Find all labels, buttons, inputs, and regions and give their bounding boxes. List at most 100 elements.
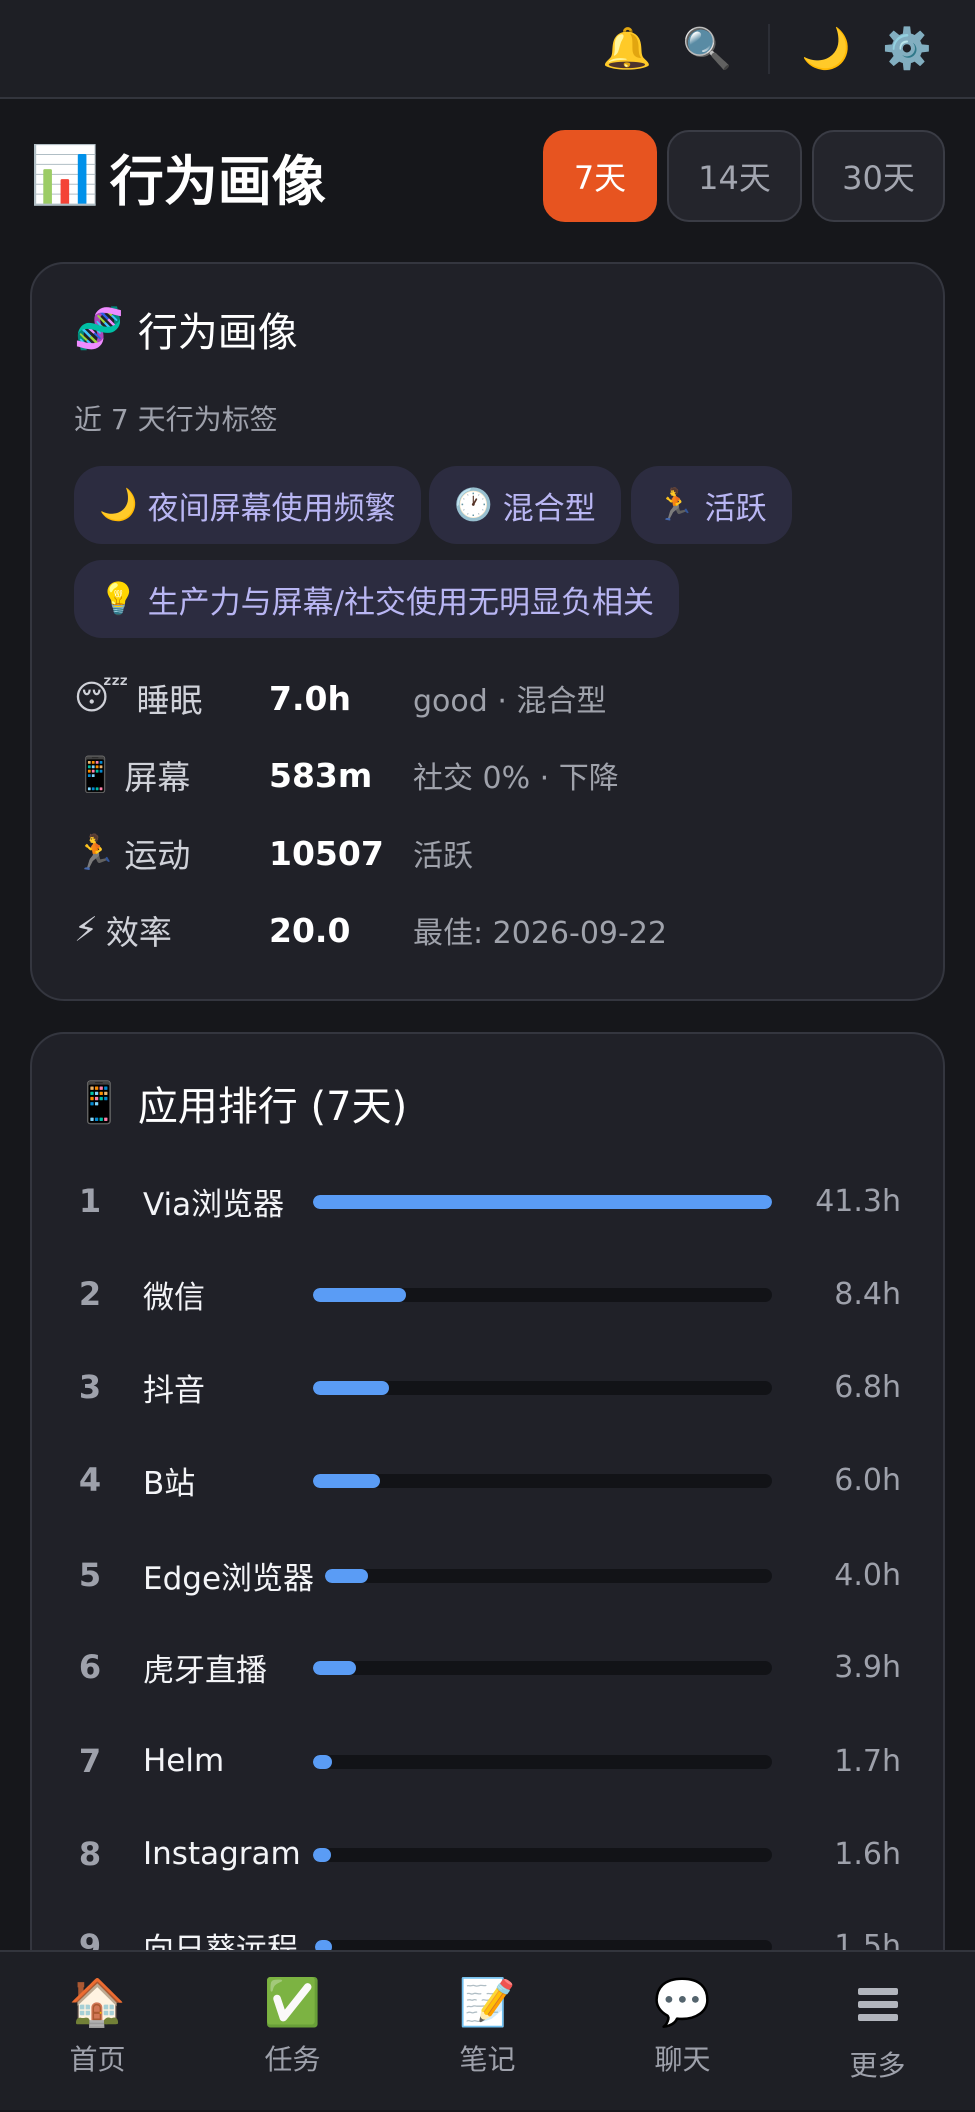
search-icon[interactable]: 🔍	[680, 22, 734, 76]
card-title-text: 行为画像	[137, 310, 298, 356]
nav-label: 笔记	[459, 2043, 516, 2076]
card-title: 🧬 行为画像	[74, 304, 298, 356]
app-row: 2 微信 8.4h	[32, 1264, 943, 1324]
behavior-profile-card: 🧬 行为画像 近 7 天行为标签 🌙 夜间屏幕使用频繁 🕐 混合型 🏃 活跃 💡…	[30, 262, 945, 1001]
app-rank: 1	[78, 1182, 102, 1220]
usage-bar-track	[313, 1661, 772, 1675]
check-mark-icon: ✅	[263, 1975, 322, 2029]
usage-bar-fill	[313, 1288, 406, 1302]
app-rank: 3	[78, 1368, 102, 1406]
nav-label: 任务	[264, 2043, 321, 2076]
clock-icon: 🕐	[454, 486, 493, 523]
gear-icon[interactable]: ⚙️	[880, 22, 934, 76]
range-7d-button[interactable]: 7天	[543, 130, 657, 222]
stat-label: 效率	[105, 913, 172, 952]
nav-home[interactable]: 🏠 首页	[0, 1952, 195, 2112]
app-rank: 7	[78, 1742, 102, 1780]
dna-icon: 🧬	[74, 306, 124, 352]
phone-icon: 📱	[74, 755, 117, 795]
moon-icon[interactable]: 🌙	[799, 22, 853, 76]
stat-row-screen: 📱 屏幕 583m 社交 0% · 下降	[74, 750, 904, 800]
card-title: 📱 应用排行 (7天)	[74, 1078, 407, 1130]
runner-icon: 🏃	[74, 833, 117, 873]
nav-notes[interactable]: 📝 笔记	[390, 1952, 585, 2112]
bell-icon[interactable]: 🔔	[600, 22, 654, 76]
bar-chart-icon: 📊	[30, 143, 100, 208]
app-name: Helm	[143, 1743, 225, 1779]
stat-label: 睡眠	[136, 681, 203, 720]
app-name: 虎牙直播	[143, 1652, 267, 1689]
divider	[768, 24, 770, 74]
nav-label: 更多	[849, 2049, 906, 2082]
app-row: 4 B站 6.0h	[32, 1450, 943, 1510]
app-rank: 6	[78, 1648, 102, 1686]
speech-bubble-icon: 💬	[653, 1975, 712, 2029]
usage-bar-fill	[313, 1848, 331, 1862]
page-title-text: 行为画像	[109, 149, 326, 213]
top-bar: 🔔 🔍 🌙 ⚙️	[0, 0, 975, 99]
app-hours: 6.8h	[834, 1369, 901, 1405]
app-rank: 2	[78, 1275, 102, 1313]
tag-label: 夜间屏幕使用频繁	[147, 490, 396, 527]
app-row: 3 抖音 6.8h	[32, 1357, 943, 1417]
app-row: 1 Via浏览器 41.3h	[32, 1171, 943, 1231]
tag-label: 混合型	[502, 490, 596, 527]
app-rank: 4	[78, 1461, 102, 1499]
app-hours: 4.0h	[834, 1557, 901, 1593]
usage-bar-track	[313, 1474, 772, 1488]
usage-bar-fill	[313, 1755, 332, 1769]
app-row: 7 Helm 1.7h	[32, 1731, 943, 1791]
usage-bar-track	[313, 1195, 772, 1209]
stat-label: 运动	[124, 836, 191, 875]
card-title-text: 应用排行 (7天)	[137, 1084, 408, 1130]
usage-bar-track	[325, 1569, 772, 1583]
behavior-tag: 🕐 混合型	[429, 466, 621, 544]
app-name: B站	[143, 1465, 196, 1502]
house-icon: 🏠	[68, 1975, 127, 2029]
app-hours: 8.4h	[834, 1276, 901, 1312]
stat-label: 屏幕	[124, 758, 191, 797]
tag-label: 活跃	[704, 490, 767, 527]
nav-chat[interactable]: 💬 聊天	[585, 1952, 780, 2112]
app-name: Edge浏览器	[143, 1560, 315, 1597]
stat-desc: 社交 0% · 下降	[413, 761, 619, 796]
bottom-nav: 🏠 首页 ✅ 任务 📝 笔记 💬 聊天 更多	[0, 1950, 975, 2110]
stat-value: 20.0	[269, 910, 351, 950]
usage-bar-track	[313, 1288, 772, 1302]
usage-bar-fill	[325, 1569, 368, 1583]
behavior-tag: 🌙 夜间屏幕使用频繁	[74, 466, 421, 544]
app-name: Instagram	[143, 1836, 301, 1872]
app-hours: 6.0h	[834, 1462, 901, 1498]
tag-label: 生产力与屏幕/社交使用无明显负相关	[147, 584, 655, 621]
app-hours: 1.6h	[834, 1836, 901, 1872]
stat-value: 583m	[269, 755, 373, 795]
sleepy-face-icon: 😴	[74, 678, 129, 718]
behavior-tag: 💡 生产力与屏幕/社交使用无明显负相关	[74, 560, 680, 638]
app-name: Via浏览器	[143, 1186, 285, 1223]
app-name: 抖音	[143, 1372, 205, 1409]
lightning-icon: ⚡	[74, 910, 98, 950]
stat-row-exercise: 🏃 运动 10507 活跃	[74, 828, 904, 878]
app-row: 6 虎牙直播 3.9h	[32, 1637, 943, 1697]
range-30d-button[interactable]: 30天	[812, 130, 945, 222]
stat-desc: 最佳: 2026-09-22	[413, 916, 667, 951]
memo-icon: 📝	[458, 1975, 517, 2029]
app-hours: 41.3h	[815, 1183, 901, 1219]
nav-more[interactable]: 更多	[780, 1952, 975, 2112]
usage-bar-fill	[313, 1381, 389, 1395]
app-rank: 5	[78, 1556, 102, 1594]
menu-icon	[858, 1988, 898, 2026]
app-row: 8 Instagram 1.6h	[32, 1824, 943, 1884]
moon-icon: 🌙	[99, 486, 138, 523]
stat-row-sleep: 😴 睡眠 7.0h good · 混合型	[74, 673, 904, 723]
stat-value: 7.0h	[269, 678, 351, 718]
nav-tasks[interactable]: ✅ 任务	[195, 1952, 390, 2112]
usage-bar-fill	[313, 1195, 772, 1209]
app-hours: 1.7h	[834, 1743, 901, 1779]
usage-bar-fill	[313, 1474, 380, 1488]
usage-bar-fill	[313, 1661, 356, 1675]
app-hours: 3.9h	[834, 1649, 901, 1685]
usage-bar-track	[313, 1381, 772, 1395]
usage-bar-track	[313, 1848, 772, 1862]
range-14d-button[interactable]: 14天	[667, 130, 802, 222]
